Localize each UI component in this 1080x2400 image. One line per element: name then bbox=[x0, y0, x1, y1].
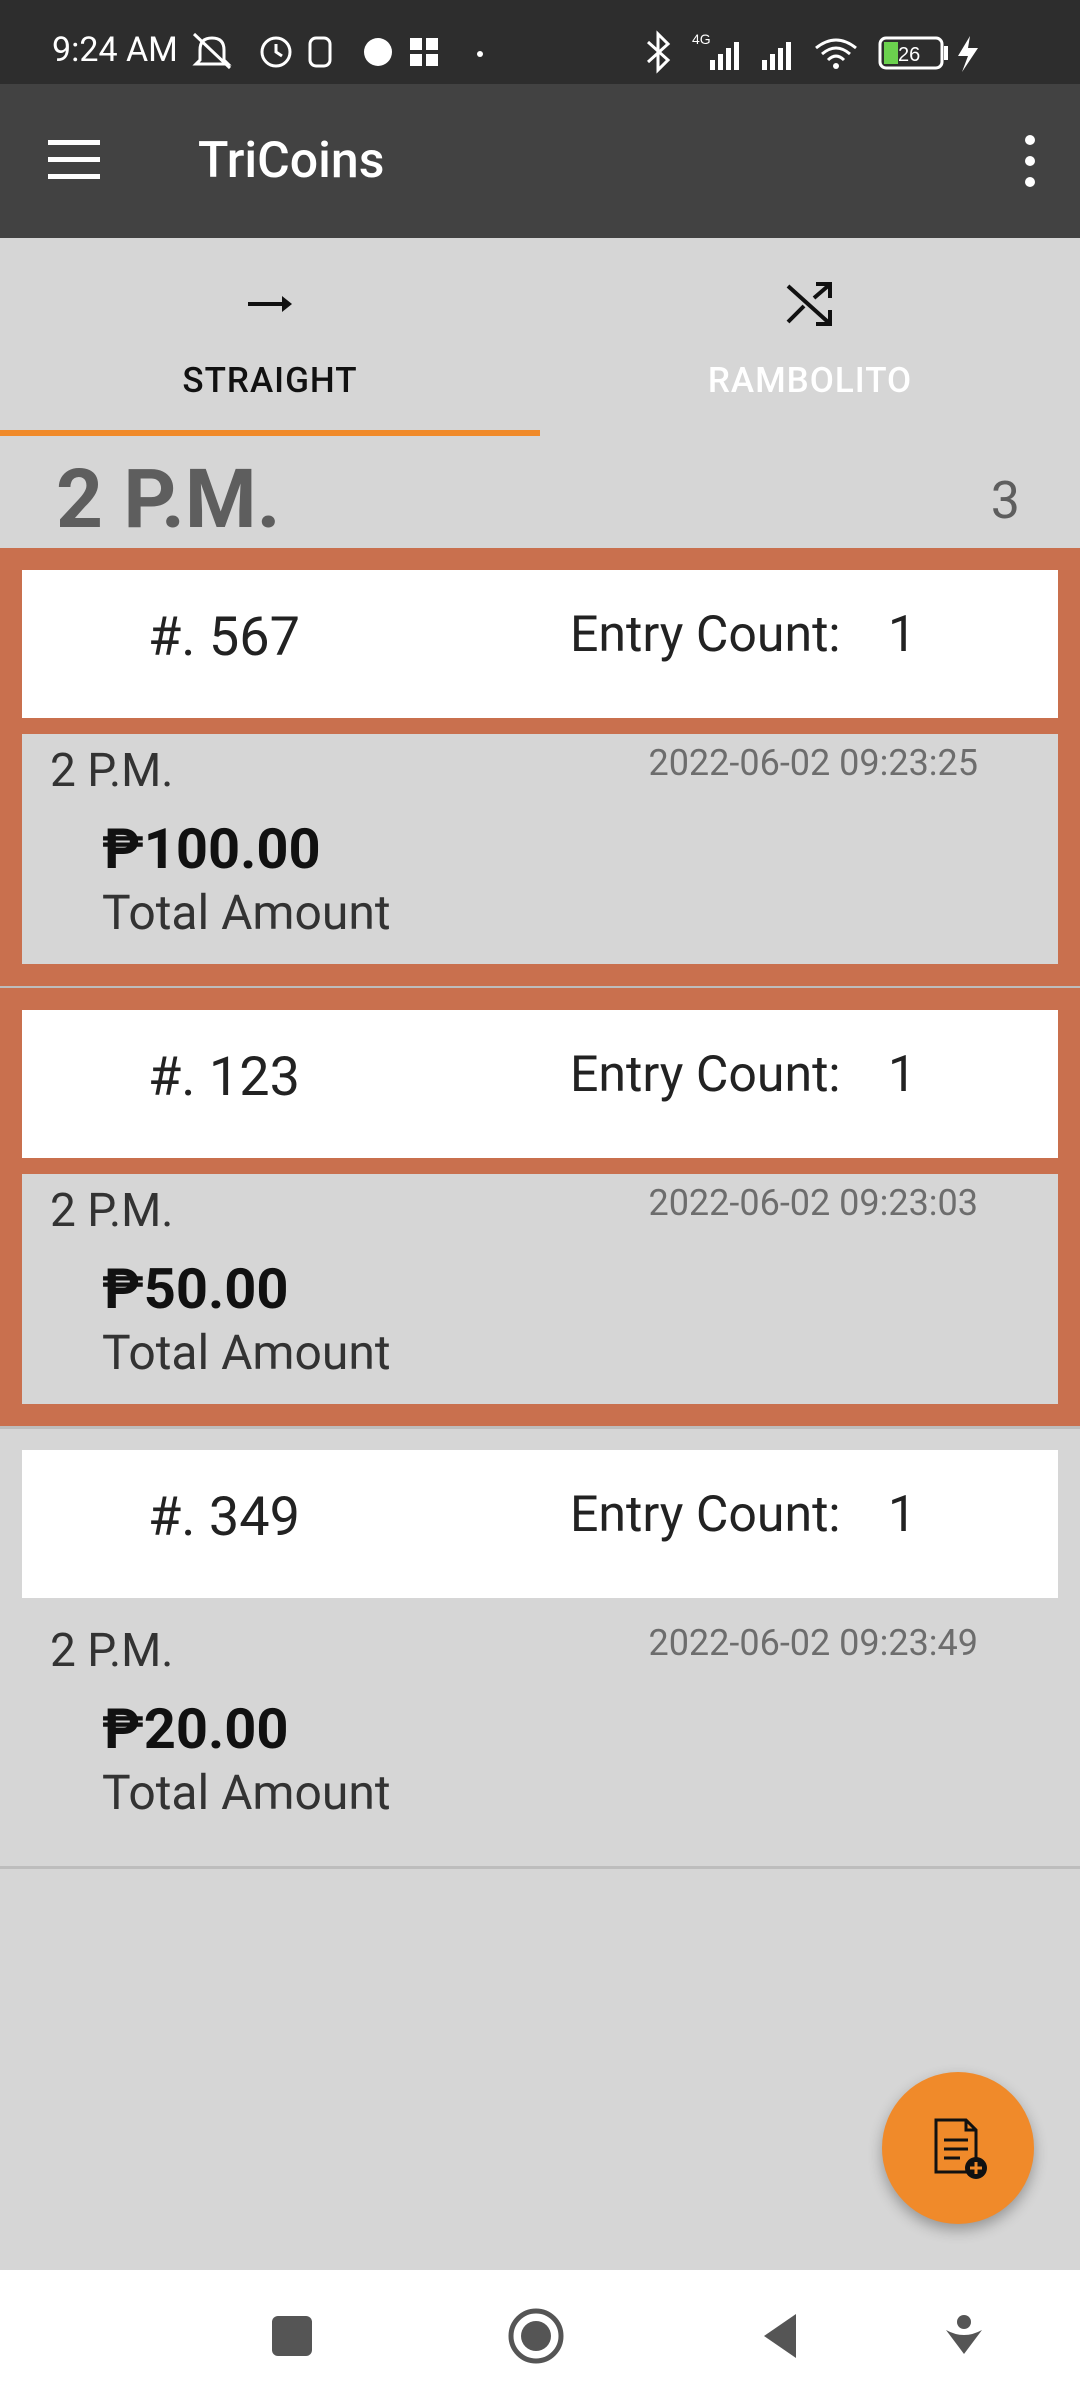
system-nav-bar bbox=[0, 2270, 1080, 2400]
entry-card-body: 2 P.M. 2022-06-02 09:23:49 ₱20.00 Total … bbox=[22, 1614, 1058, 1844]
entry-card-header: #. 349 Entry Count: 1 bbox=[22, 1450, 1058, 1598]
entry-amount: ₱50.00 bbox=[102, 1256, 289, 1322]
draw-section-count: 3 bbox=[990, 470, 1020, 531]
entry-amount: ₱100.00 bbox=[102, 816, 321, 882]
entry-amount-label: Total Amount bbox=[102, 1324, 391, 1381]
draw-section-title: 2 P.M. bbox=[56, 452, 281, 548]
entry-timestamp: 2022-06-02 09:23:03 bbox=[648, 1182, 978, 1224]
tab-rambolito-label: RAMBOLITO bbox=[707, 360, 913, 401]
status-time: 9:24 AM bbox=[52, 30, 178, 70]
assist-down-icon[interactable] bbox=[934, 2306, 994, 2366]
add-document-icon bbox=[934, 2118, 987, 2179]
back-triangle-icon[interactable] bbox=[750, 2306, 810, 2366]
status-system-icons: 4G 26 bbox=[646, 30, 978, 74]
more-vertical-icon[interactable] bbox=[1020, 134, 1040, 188]
battery-level: 26 bbox=[898, 44, 920, 66]
entry-amount: ₱20.00 bbox=[102, 1696, 289, 1762]
entry-draw-time: 2 P.M. bbox=[50, 1184, 174, 1238]
entry-divider bbox=[0, 1866, 1080, 1869]
entry-count-label: Entry Count: bbox=[570, 1046, 841, 1104]
status-notification-icons bbox=[192, 32, 483, 70]
add-entry-button[interactable] bbox=[882, 2072, 1034, 2224]
entry-count-value: 1 bbox=[888, 606, 917, 664]
entry-card-header: #. 567 Entry Count: 1 bbox=[22, 570, 1058, 718]
entry-card[interactable]: #. 349 Entry Count: 1 2 P.M. 2022-06-02 … bbox=[0, 1428, 1080, 1868]
entry-card[interactable]: #. 567 Entry Count: 1 2 P.M. 2022-06-02 … bbox=[0, 548, 1080, 988]
hamburger-menu-icon[interactable] bbox=[48, 138, 104, 182]
entry-card-body: 2 P.M. 2022-06-02 09:23:25 ₱100.00 Total… bbox=[22, 734, 1058, 964]
entry-count-value: 1 bbox=[888, 1046, 917, 1104]
draw-section-header: 2 P.M. 3 bbox=[0, 440, 1080, 550]
entry-number: #. 567 bbox=[148, 606, 300, 669]
network-type: 4G bbox=[692, 31, 711, 47]
tab-bar: STRAIGHT RAMBOLITO bbox=[0, 238, 1080, 438]
entry-amount-label: Total Amount bbox=[102, 1764, 391, 1821]
entry-count-label: Entry Count: bbox=[570, 1486, 841, 1544]
shuffle-icon bbox=[786, 282, 832, 326]
arrow-right-icon bbox=[248, 296, 292, 312]
app-title: TriCoins bbox=[198, 132, 385, 190]
entry-timestamp: 2022-06-02 09:23:49 bbox=[648, 1622, 978, 1664]
entry-timestamp: 2022-06-02 09:23:25 bbox=[648, 742, 978, 784]
entry-count-value: 1 bbox=[888, 1486, 917, 1544]
app-bar: TriCoins bbox=[0, 84, 1080, 238]
recents-square-icon[interactable] bbox=[262, 2306, 322, 2366]
home-circle-icon[interactable] bbox=[506, 2306, 566, 2366]
entry-card[interactable]: #. 123 Entry Count: 1 2 P.M. 2022-06-02 … bbox=[0, 988, 1080, 1428]
status-bar: 9:24 AM 4G 26 bbox=[0, 0, 1080, 84]
entry-number: #. 123 bbox=[148, 1046, 300, 1109]
entry-amount-label: Total Amount bbox=[102, 884, 391, 941]
entry-draw-time: 2 P.M. bbox=[50, 1624, 174, 1678]
tab-indicator bbox=[0, 430, 540, 436]
entry-count-label: Entry Count: bbox=[570, 606, 841, 664]
entry-card-header: #. 123 Entry Count: 1 bbox=[22, 1010, 1058, 1158]
entry-number: #. 349 bbox=[148, 1486, 300, 1549]
tab-straight-label: STRAIGHT bbox=[182, 360, 358, 401]
entry-card-body: 2 P.M. 2022-06-02 09:23:03 ₱50.00 Total … bbox=[22, 1174, 1058, 1404]
tab-rambolito[interactable]: RAMBOLITO bbox=[540, 238, 1080, 438]
entry-draw-time: 2 P.M. bbox=[50, 744, 174, 798]
tab-straight[interactable]: STRAIGHT bbox=[0, 238, 540, 438]
